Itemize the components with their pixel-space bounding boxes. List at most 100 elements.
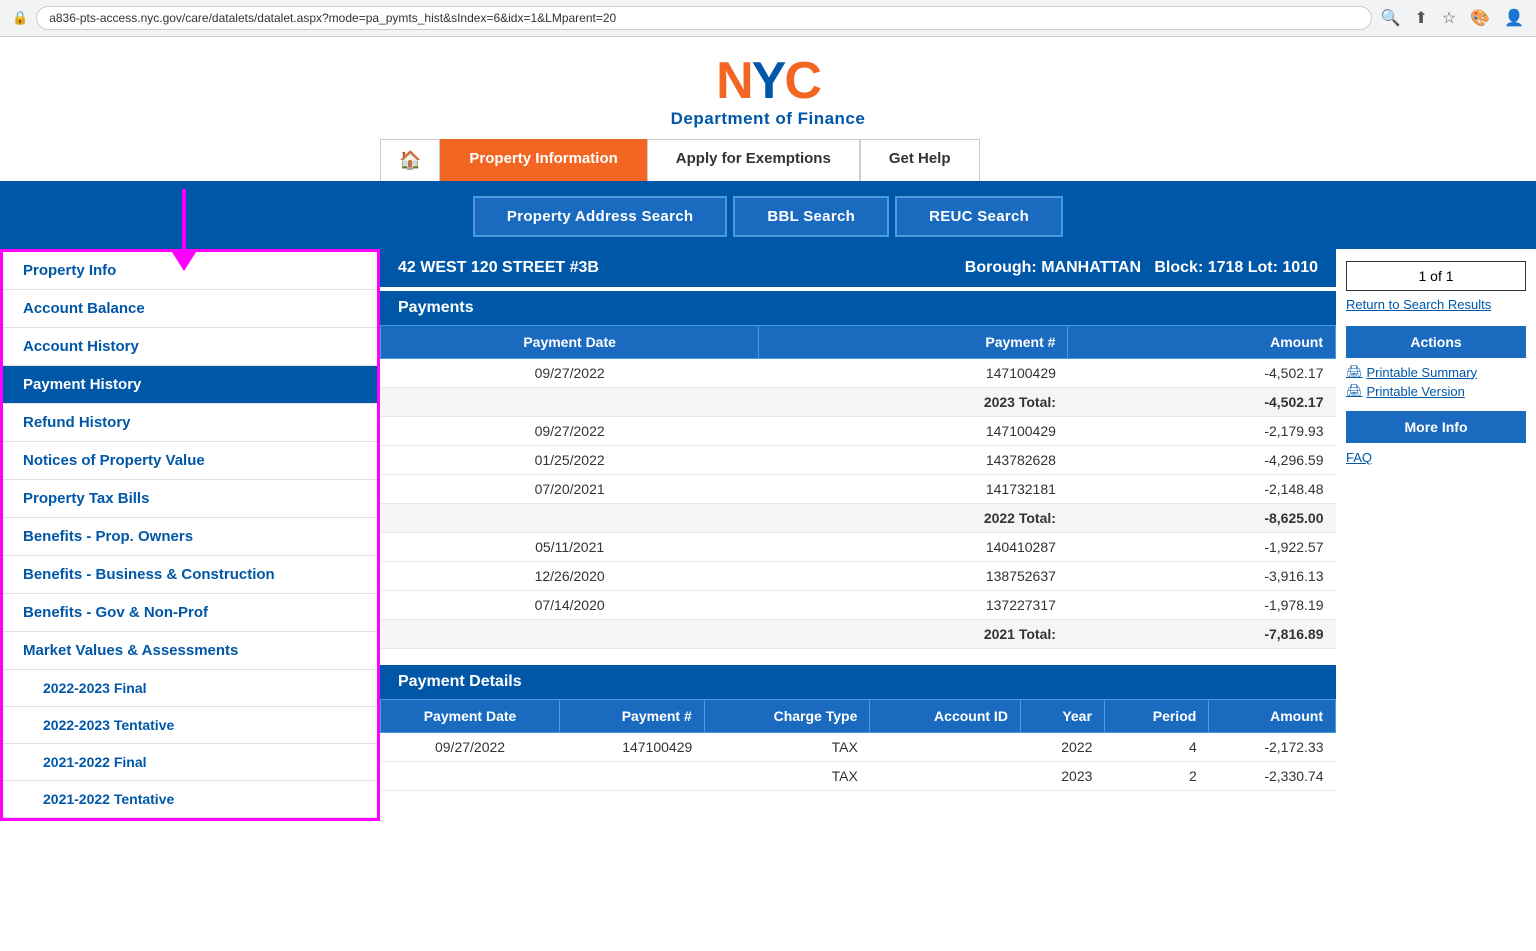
cell-number: 138752637 (759, 562, 1068, 591)
cell-amount: -8,625.00 (1068, 504, 1336, 533)
cell-number: 140410287 (759, 533, 1068, 562)
table-row: 07/14/2020 137227317 -1,978.19 (381, 591, 1336, 620)
pagination-box: 1 of 1 (1346, 261, 1526, 291)
cell-year: 2023 (1020, 762, 1104, 791)
nyc-logo: NYC (716, 55, 820, 107)
sidebar-item-account-history[interactable]: Account History (3, 328, 377, 366)
cell-date: 09/27/2022 (381, 417, 759, 446)
table-row: 2021 Total: -7,816.89 (381, 620, 1336, 649)
sidebar-item-refund-history[interactable]: Refund History (3, 404, 377, 442)
payments-table: Payment Date Payment # Amount 09/27/2022… (380, 325, 1336, 649)
more-info-button[interactable]: More Info (1346, 411, 1526, 443)
arrow-annotation (170, 189, 198, 271)
sidebar-item-2022-2023-final[interactable]: 2022-2023 Final (3, 670, 377, 707)
cell-amount: -4,502.17 (1068, 388, 1336, 417)
cell-account (870, 762, 1021, 791)
right-sidebar: 1 of 1 Return to Search Results Actions … (1336, 249, 1536, 821)
tab-get-help[interactable]: Get Help (860, 139, 980, 181)
cell-number: 2021 Total: (759, 620, 1068, 649)
cell-date: 07/20/2021 (381, 475, 759, 504)
faq-link[interactable]: FAQ (1346, 450, 1372, 465)
sidebar-item-benefits-business-construction[interactable]: Benefits - Business & Construction (3, 556, 377, 594)
browser-icons: 🔍 ⬆ ☆ 🎨 👤 (1380, 8, 1524, 28)
cell-amount: -1,978.19 (1068, 591, 1336, 620)
actions-button[interactable]: Actions (1346, 326, 1526, 358)
table-row: 09/27/2022 147100429 TAX 2022 4 -2,172.3… (381, 733, 1336, 762)
cell-number: 137227317 (759, 591, 1068, 620)
col-payment-date: Payment Date (381, 326, 759, 359)
cell-amount: -2,330.74 (1209, 762, 1336, 791)
cell-amount: -4,502.17 (1068, 359, 1336, 388)
col-payment-number: Payment # (759, 326, 1068, 359)
reuc-search-button[interactable]: REUC Search (895, 196, 1063, 237)
property-address: 42 WEST 120 STREET #3B (398, 259, 599, 277)
profile-icon[interactable]: 👤 (1504, 8, 1524, 28)
tab-apply-exemptions[interactable]: Apply for Exemptions (647, 139, 860, 181)
tab-property-information[interactable]: Property Information (440, 139, 646, 181)
search-icon[interactable]: 🔍 (1380, 8, 1400, 28)
cell-amount: -2,172.33 (1209, 733, 1336, 762)
sidebar-item-benefits-gov-non-prof[interactable]: Benefits - Gov & Non-Prof (3, 594, 377, 632)
property-borough-block-lot: Borough: MANHATTAN Block: 1718 Lot: 1010 (965, 259, 1318, 277)
printable-version-link[interactable]: Printable Version (1346, 383, 1526, 399)
col-pd-number: Payment # (560, 700, 705, 733)
printable-summary-link[interactable]: Printable Summary (1346, 364, 1526, 380)
cell-type: TAX (704, 733, 870, 762)
property-address-search-button[interactable]: Property Address Search (473, 196, 727, 237)
sidebar-item-account-balance[interactable]: Account Balance (3, 290, 377, 328)
cell-amount: -3,916.13 (1068, 562, 1336, 591)
col-pd-year: Year (1020, 700, 1104, 733)
main-panel: 42 WEST 120 STREET #3B Borough: MANHATTA… (380, 249, 1336, 821)
sidebar-item-benefits-prop-owners[interactable]: Benefits - Prop. Owners (3, 518, 377, 556)
cell-amount: -7,816.89 (1068, 620, 1336, 649)
sidebar: Property Info Account Balance Account Hi… (0, 249, 380, 821)
sidebar-item-notices-property-value[interactable]: Notices of Property Value (3, 442, 377, 480)
sidebar-item-payment-history[interactable]: Payment History (3, 366, 377, 404)
dept-finance-label: Department of Finance (0, 109, 1536, 129)
col-amount: Amount (1068, 326, 1336, 359)
property-header: 42 WEST 120 STREET #3B Borough: MANHATTA… (380, 249, 1336, 287)
cell-date: 07/14/2020 (381, 591, 759, 620)
main-content: Property Info Account Balance Account Hi… (0, 249, 1536, 821)
table-row: 12/26/2020 138752637 -3,916.13 (381, 562, 1336, 591)
bbl-search-button[interactable]: BBL Search (733, 196, 889, 237)
cell-period: 4 (1104, 733, 1208, 762)
star-icon[interactable]: ☆ (1442, 8, 1456, 28)
secure-icon: 🔒 (12, 10, 28, 26)
cell-amount: -2,179.93 (1068, 417, 1336, 446)
cell-number: 147100429 (759, 417, 1068, 446)
col-pd-type: Charge Type (704, 700, 870, 733)
url-bar[interactable]: a836-pts-access.nyc.gov/care/datalets/da… (36, 6, 1372, 30)
table-row: 07/20/2021 141732181 -2,148.48 (381, 475, 1336, 504)
cell-number: 2022 Total: (759, 504, 1068, 533)
cell-amount: -1,922.57 (1068, 533, 1336, 562)
cell-period: 2 (1104, 762, 1208, 791)
payment-details-section-title: Payment Details (380, 665, 1336, 699)
table-row: 2023 Total: -4,502.17 (381, 388, 1336, 417)
cell-date: 01/25/2022 (381, 446, 759, 475)
sidebar-item-2022-2023-tentative[interactable]: 2022-2023 Tentative (3, 707, 377, 744)
cell-date (381, 504, 759, 533)
sidebar-item-property-tax-bills[interactable]: Property Tax Bills (3, 480, 377, 518)
home-tab[interactable]: 🏠 (380, 139, 440, 181)
cell-date: 05/11/2021 (381, 533, 759, 562)
return-to-search-results-link[interactable]: Return to Search Results (1346, 297, 1526, 312)
cell-date (381, 762, 560, 791)
cell-date: 12/26/2020 (381, 562, 759, 591)
nav-tabs: 🏠 Property Information Apply for Exempti… (0, 139, 1536, 184)
sidebar-item-2021-2022-final[interactable]: 2021-2022 Final (3, 744, 377, 781)
sidebar-item-market-values-assessments[interactable]: Market Values & Assessments (3, 632, 377, 670)
sidebar-item-2021-2022-tentative[interactable]: 2021-2022 Tentative (3, 781, 377, 818)
printer-summary-icon (1346, 364, 1363, 380)
search-bar: Property Address Search BBL Search REUC … (0, 184, 1536, 249)
col-pd-date: Payment Date (381, 700, 560, 733)
cell-number: 147100429 (560, 733, 705, 762)
col-pd-account: Account ID (870, 700, 1021, 733)
share-icon[interactable]: ⬆ (1414, 8, 1427, 28)
cell-amount: -4,296.59 (1068, 446, 1336, 475)
cell-amount: -2,148.48 (1068, 475, 1336, 504)
nyc-header: NYC Department of Finance (0, 37, 1536, 139)
browser-bar: 🔒 a836-pts-access.nyc.gov/care/datalets/… (0, 0, 1536, 37)
cell-date (381, 620, 759, 649)
cell-account (870, 733, 1021, 762)
